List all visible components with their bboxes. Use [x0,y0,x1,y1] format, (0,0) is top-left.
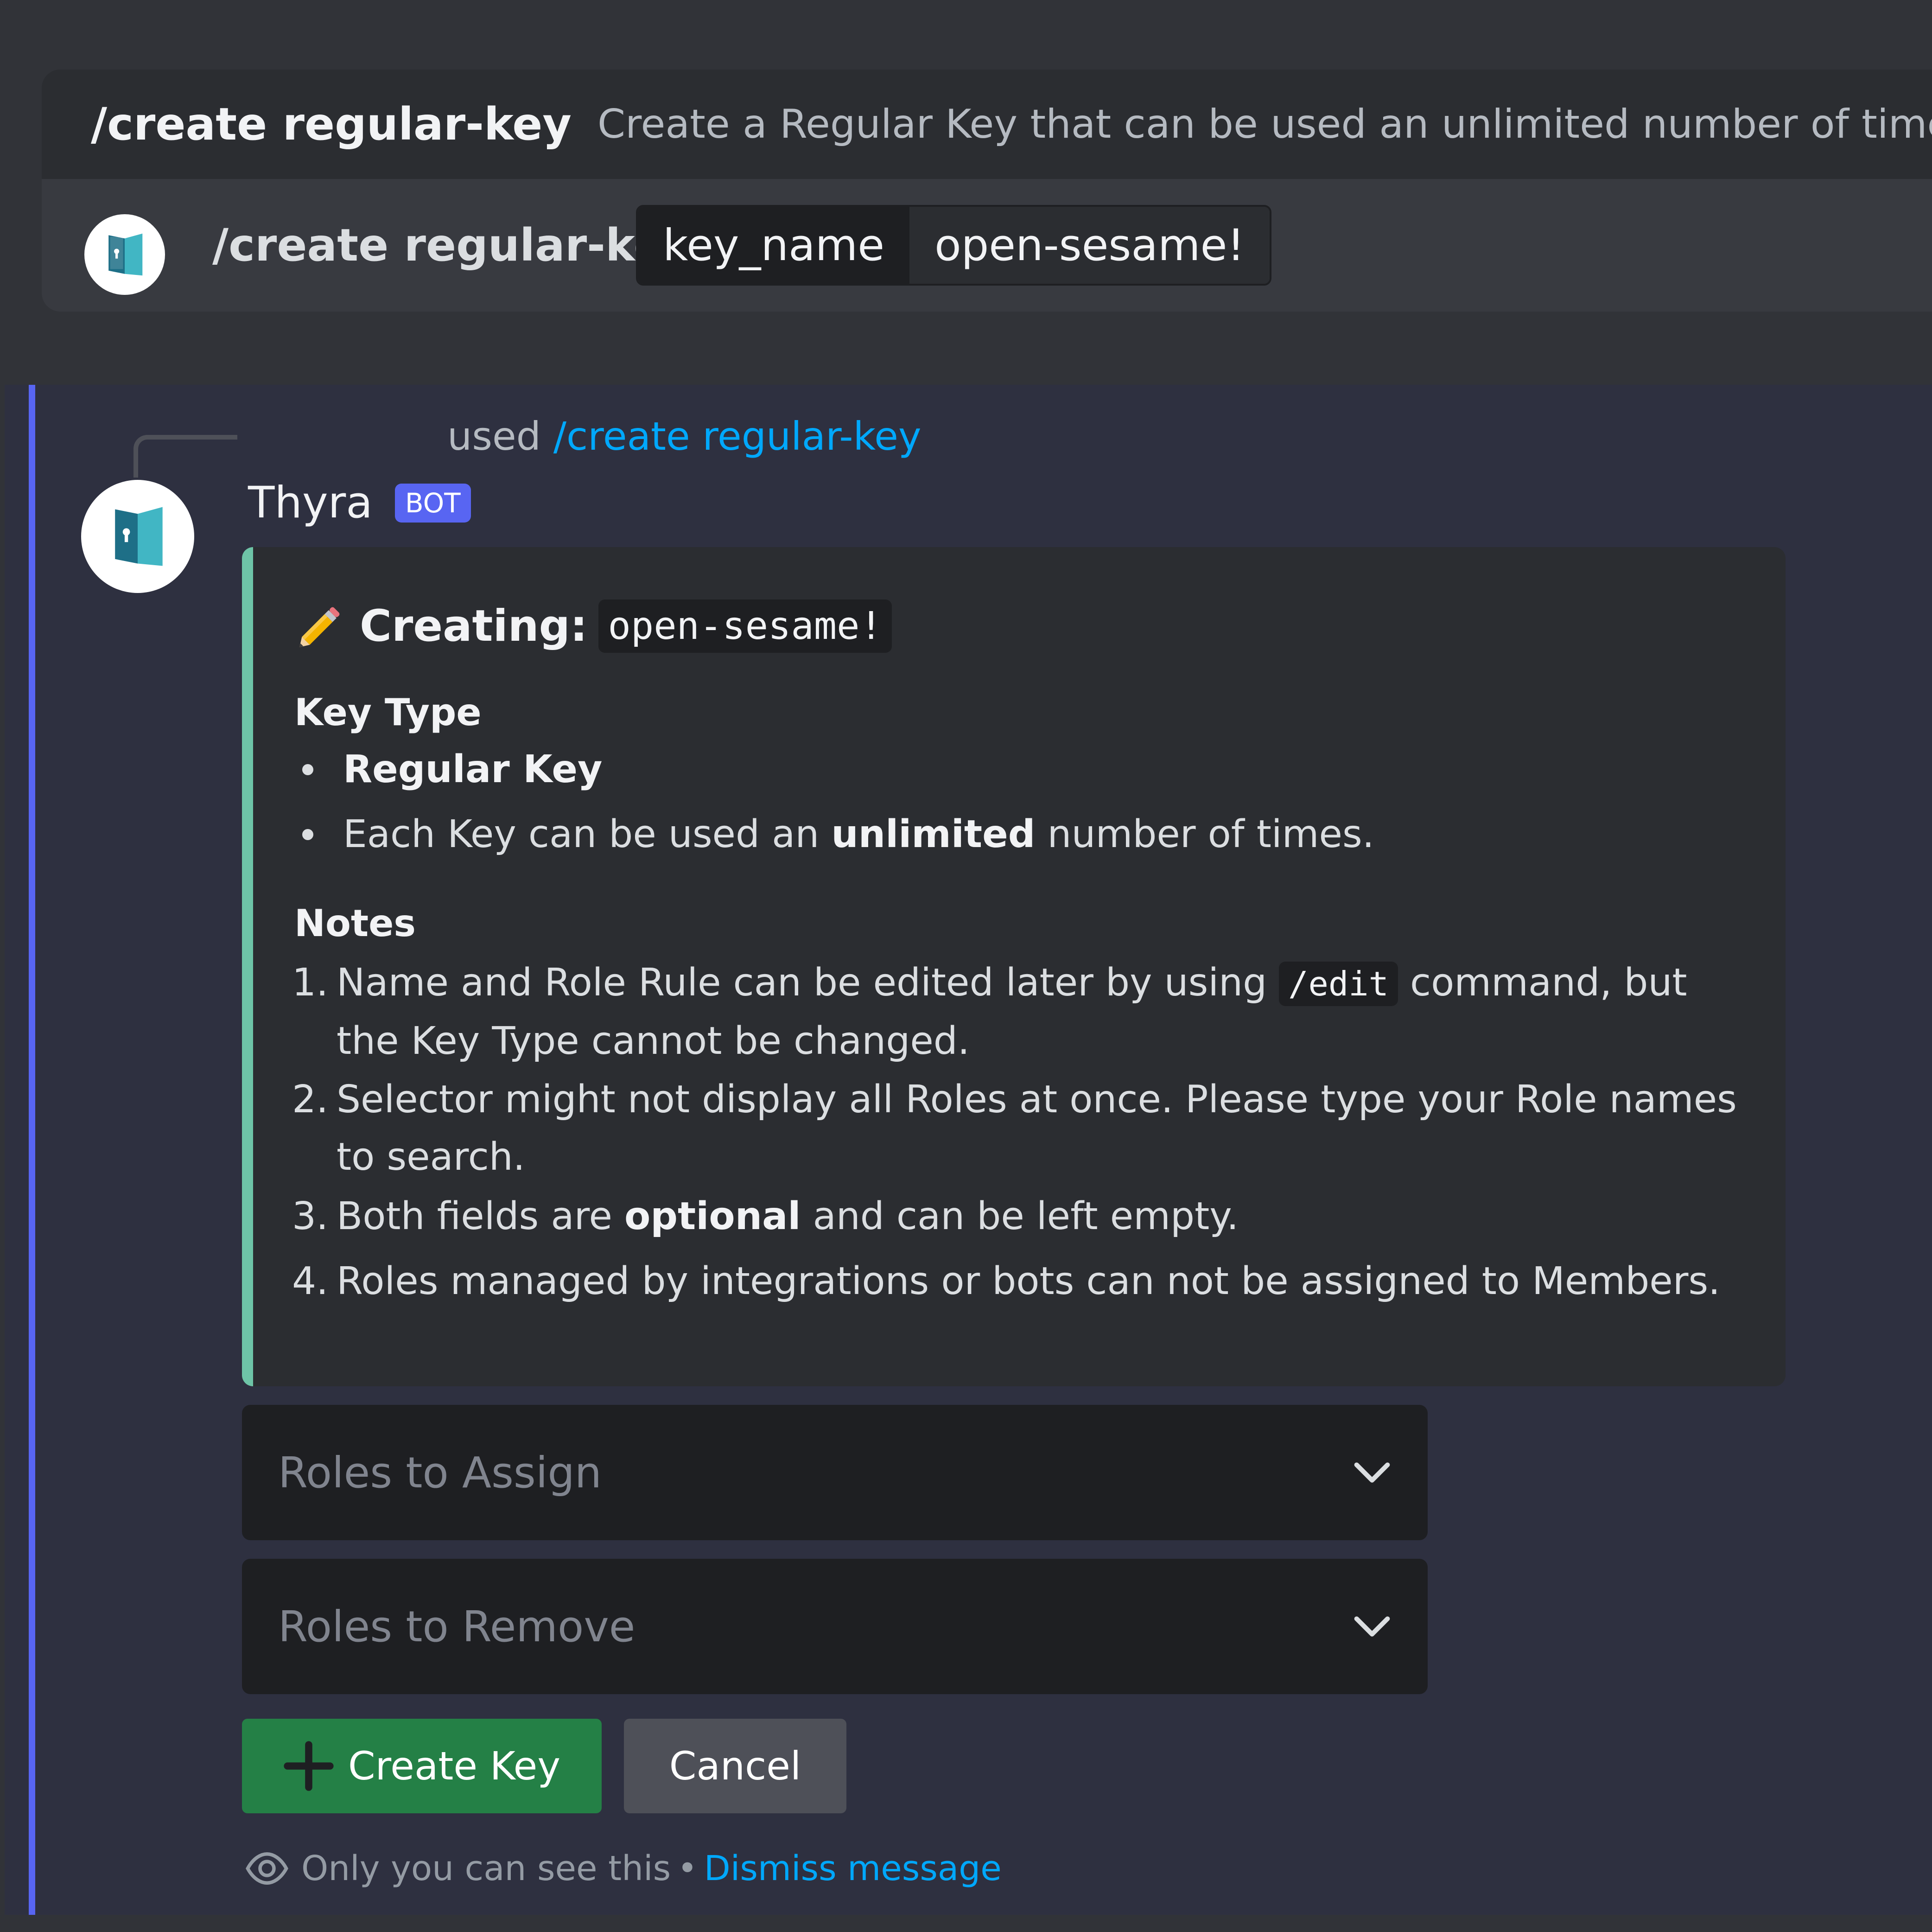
bot-badge: BOT [394,483,471,523]
key-type-desc-post: number of times. [1047,812,1374,856]
note-number: 4. [292,1259,329,1303]
note-text: Both fields are optional and can be left… [337,1188,1752,1245]
bullet-dot [302,764,313,775]
select-placeholder: Roles to Remove [278,1601,636,1651]
note-3-pre: Both fields are [337,1194,625,1238]
select-placeholder: Roles to Assign [278,1447,602,1498]
key-type-desc-bold: unlimited [831,812,1036,856]
note-text: Roles managed by integrations or bots ca… [337,1259,1721,1303]
reply-context: used /create regular-key [447,414,922,459]
author-avatar-icon[interactable] [81,480,194,593]
suggestion-command-description: Create a Regular Key that can be used an… [597,101,1932,147]
dismiss-message-link[interactable]: Dismiss message [704,1849,1002,1888]
edit-command-code: /edit [1279,962,1398,1006]
note-text: Name and Role Rule can be edited later b… [337,954,1752,1070]
key-type-desc-pre: Each Key can be used an [343,812,820,856]
highlight-bar [29,385,35,1915]
notes-heading: Notes [294,902,416,945]
option-value[interactable]: open-sesame! [909,207,1270,284]
plus-icon [284,1741,334,1791]
key-type-description: Each Key can be used an unlimited number… [302,812,1374,856]
chevron-down-icon [1354,1616,1390,1637]
note-4: 4. Roles managed by integrations or bots… [292,1253,1752,1310]
reply-spine [133,435,237,478]
embed-title-label: Creating: [360,600,588,651]
embed: Creating: open-sesame! Key Type Regular … [242,547,1786,1386]
bullet-dot [302,829,313,840]
note-2: 2. Selector might not display all Roles … [292,1071,1752,1186]
pencil-icon [299,607,340,647]
roles-to-assign-select[interactable]: Roles to Assign [242,1405,1428,1540]
command-input[interactable]: /create regular-key key_name open-sesame… [42,179,1932,312]
create-key-button[interactable]: Create Key [242,1719,602,1813]
bottom-strip [0,1915,1932,1932]
reply-command-link[interactable]: /create regular-key [553,414,922,459]
bot-message: used /create regular-key Thyra BOT Creat… [5,385,1932,1915]
note-text: Selector might not display all Roles at … [337,1078,1737,1179]
chevron-down-icon [1354,1462,1390,1483]
key-type-heading: Key Type [294,691,482,734]
key-type-item: Regular Key [302,747,602,791]
roles-to-remove-select[interactable]: Roles to Remove [242,1559,1428,1694]
command-suggestion[interactable]: /create regular-key Create a Regular Key… [42,70,1932,179]
suggestion-command-name: /create regular-key [91,98,572,150]
cancel-button[interactable]: Cancel [624,1719,846,1813]
composer-command-name: /create regular-key [212,219,693,271]
key-type-name: Regular Key [343,747,603,791]
note-1: 1. Name and Role Rule can be edited late… [292,954,1752,1070]
bot-avatar-icon [84,214,165,295]
note-number: 2. [292,1078,329,1122]
note-3-post: and can be left empty. [801,1194,1239,1238]
reply-prefix: used [447,414,541,459]
option-pill-key-name[interactable]: key_name open-sesame! [636,205,1272,286]
note-3-bold: optional [624,1194,801,1238]
embed-accent-bar [242,547,253,1386]
embed-title: Creating: open-sesame! [293,598,892,654]
note-number: 1. [292,961,329,1005]
author-row: Thyra BOT [248,478,471,528]
command-panel: /create regular-key Create a Regular Key… [42,70,1932,312]
note-1-pre: Name and Role Rule can be edited later b… [337,961,1279,1005]
separator-dot: • [677,1849,698,1888]
cancel-label: Cancel [669,1743,801,1789]
embed-title-code: open-sesame! [598,599,892,653]
option-name: key_name [638,207,910,284]
ephemeral-text: Only you can see this [301,1849,671,1888]
eye-icon [246,1852,288,1885]
create-key-label: Create Key [348,1743,561,1789]
note-number: 3. [292,1194,329,1238]
ephemeral-notice: Only you can see this • Dismiss message [244,1845,1002,1892]
author-name[interactable]: Thyra [248,478,373,528]
note-3: 3. Both fields are optional and can be l… [292,1188,1752,1245]
